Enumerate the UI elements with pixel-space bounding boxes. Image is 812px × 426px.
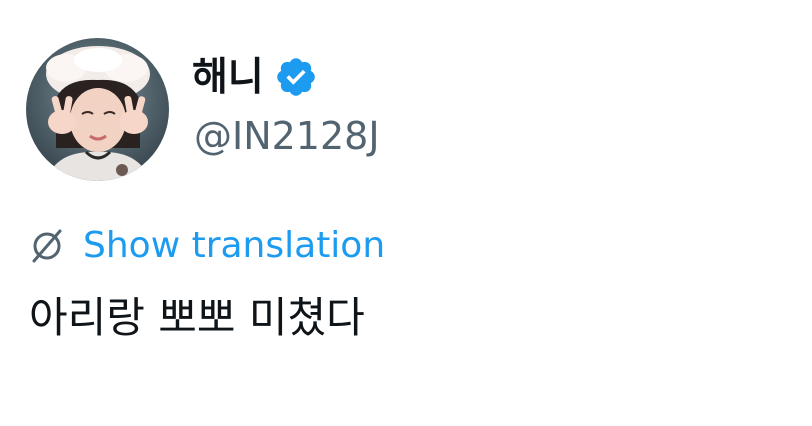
avatar[interactable] <box>26 38 169 181</box>
display-name[interactable]: 해니 <box>192 58 264 97</box>
user-handle[interactable]: @IN2128J <box>194 117 380 155</box>
show-translation-link[interactable]: Show translation <box>28 224 385 268</box>
globe-slash-icon <box>28 227 66 265</box>
tweet-text: 아리랑 뽀뽀 미쳤다 <box>29 293 365 342</box>
show-translation-label[interactable]: Show translation <box>83 228 385 264</box>
profile-photo <box>26 38 169 181</box>
display-name-row: 해니 <box>192 52 318 102</box>
verified-badge-icon <box>274 55 318 99</box>
tweet-card: 해니 @IN2128J Show translation 아리랑 뽀뽀 미쳤다 <box>0 0 812 426</box>
